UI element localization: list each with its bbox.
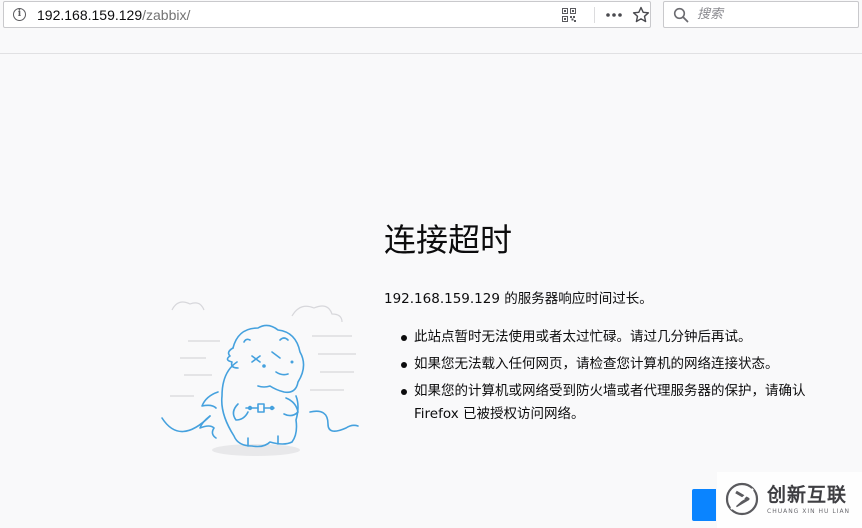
- bullet-icon: [401, 362, 407, 368]
- more-actions-icon[interactable]: [604, 6, 624, 24]
- watermark: 创新互联 CHUANG XIN HU LIAN: [717, 472, 862, 528]
- tip-text: 此站点暂时无法使用或者太过忙碌。请过几分钟后再试。: [414, 329, 752, 345]
- search-icon: [673, 7, 689, 23]
- bookmark-star-icon[interactable]: [632, 6, 650, 24]
- search-placeholder: 搜索: [697, 7, 724, 22]
- url-bar[interactable]: i 192.168.159.129/zabbix/: [3, 1, 651, 28]
- browser-toolbar: i 192.168.159.129/zabbix/ 搜索: [0, 0, 862, 54]
- url-host: 192.168.159.129: [37, 7, 143, 23]
- bullet-icon: [401, 335, 407, 341]
- error-tips-list: 此站点暂时无法使用或者太过忙碌。请过几分钟后再试。 如果您无法载入任何网页，请检…: [384, 326, 814, 430]
- brand-name: 创新互联: [767, 484, 848, 506]
- error-description: 192.168.159.129 的服务器响应时间过长。: [384, 291, 653, 307]
- search-bar[interactable]: 搜索: [663, 1, 859, 28]
- list-item: 如果您无法载入任何网页，请检查您计算机的网络连接状态。: [384, 353, 814, 376]
- error-content: 连接超时 192.168.159.129 的服务器响应时间过长。 此站点暂时无法…: [384, 220, 814, 422]
- brand-subtitle: CHUANG XIN HU LIAN: [767, 508, 851, 515]
- retry-button[interactable]: [692, 489, 716, 521]
- bullet-icon: [401, 389, 407, 395]
- url-path: /zabbix/: [142, 7, 191, 23]
- tip-text: 如果您的计算机或网络受到防火墙或者代理服务器的保护，请确认 Firefox 已被…: [414, 383, 806, 422]
- brand-logo-icon: [725, 482, 759, 516]
- tip-text: 如果您无法载入任何网页，请检查您计算机的网络连接状态。: [414, 356, 779, 372]
- list-item: 此站点暂时无法使用或者太过忙碌。请过几分钟后再试。: [384, 326, 814, 349]
- disconnected-dinosaur-illustration: [161, 301, 359, 456]
- qr-code-icon[interactable]: [562, 8, 576, 22]
- error-title: 连接超时: [384, 221, 513, 259]
- info-icon[interactable]: i: [13, 8, 26, 21]
- url-bar-separator: [594, 7, 595, 23]
- url-text[interactable]: 192.168.159.129/zabbix/: [37, 6, 190, 24]
- list-item: 如果您的计算机或网络受到防火墙或者代理服务器的保护，请确认 Firefox 已被…: [384, 380, 814, 426]
